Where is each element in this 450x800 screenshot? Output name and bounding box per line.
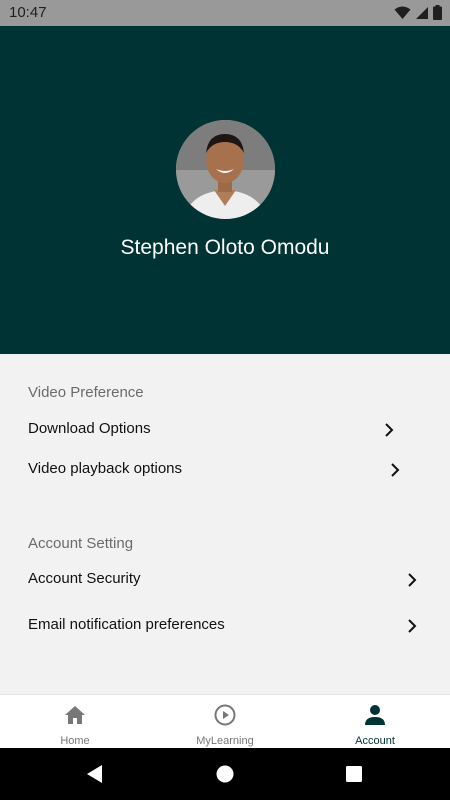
wifi-icon xyxy=(394,6,411,19)
status-bar: 10:47 xyxy=(0,0,450,26)
email-notification-preferences-row[interactable]: Email notification preferences xyxy=(0,607,450,645)
row-label: Email notification preferences xyxy=(28,616,225,633)
status-icons xyxy=(394,5,442,20)
chevron-right-icon xyxy=(408,573,417,587)
battery-icon xyxy=(433,5,442,20)
download-options-row[interactable]: Download Options xyxy=(0,411,450,449)
nav-label-account: Account xyxy=(355,735,395,747)
account-security-row[interactable]: Account Security xyxy=(0,561,450,599)
profile-header: Stephen Oloto Omodu xyxy=(0,26,450,354)
video-playback-options-row[interactable]: Video playback options xyxy=(0,451,450,489)
section-title-video-preference: Video Preference xyxy=(28,384,144,401)
profile-name: Stephen Oloto Omodu xyxy=(120,236,330,259)
nav-item-account[interactable]: Account xyxy=(300,695,450,749)
row-label: Video playback options xyxy=(28,460,182,477)
row-label: Account Security xyxy=(28,570,141,587)
system-nav-bar xyxy=(0,748,450,800)
avatar-photo xyxy=(176,120,275,219)
avatar[interactable] xyxy=(176,120,275,219)
nav-label-home: Home xyxy=(60,735,90,747)
home-icon xyxy=(65,706,85,724)
play-circle-icon xyxy=(214,704,236,726)
chevron-right-icon xyxy=(385,423,394,437)
status-time: 10:47 xyxy=(9,4,47,21)
signal-icon xyxy=(416,6,428,19)
person-icon xyxy=(365,705,385,725)
back-icon[interactable] xyxy=(83,762,107,786)
nav-item-mylearning[interactable]: MyLearning xyxy=(150,695,300,749)
bottom-nav: Home MyLearning Account xyxy=(0,694,450,748)
home-circle-icon[interactable] xyxy=(213,762,237,786)
settings-list: Video Preference Download Options Video … xyxy=(0,354,450,694)
chevron-right-icon xyxy=(391,463,400,477)
nav-item-home[interactable]: Home xyxy=(0,695,150,749)
chevron-right-icon xyxy=(408,619,417,633)
row-label: Download Options xyxy=(28,420,151,437)
nav-label-mylearning: MyLearning xyxy=(196,735,254,747)
section-title-account-setting: Account Setting xyxy=(28,535,134,552)
recents-icon[interactable] xyxy=(342,762,366,786)
